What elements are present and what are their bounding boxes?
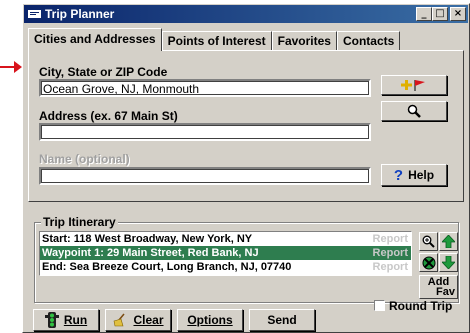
tab-points-of-interest[interactable]: Points of Interest <box>161 31 272 51</box>
add-fav-label-2: Fav <box>436 286 455 298</box>
report-link[interactable]: Report <box>373 246 411 260</box>
tab-favorites[interactable]: Favorites <box>271 31 337 51</box>
itinerary-row-waypoint[interactable]: Waypoint 1: 29 Main Street, Red Bank, NJ… <box>40 246 411 260</box>
city-input[interactable]: Ocean Grove, NJ, Monmouth <box>39 79 371 97</box>
app-icon <box>28 9 41 18</box>
name-label: Name (optional) <box>39 152 130 166</box>
send-button[interactable]: Send <box>249 309 315 331</box>
question-icon: ? <box>393 166 404 184</box>
add-flag-icon <box>401 80 425 91</box>
city-label: City, State or ZIP Code <box>39 65 168 79</box>
add-city-button[interactable] <box>381 75 447 95</box>
itinerary-row-start[interactable]: Start: 118 West Broadway, New York, NY R… <box>40 232 411 246</box>
send-label: Send <box>267 313 297 327</box>
itinerary-list[interactable]: Start: 118 West Broadway, New York, NY R… <box>39 231 412 276</box>
report-link[interactable]: Report <box>373 232 411 246</box>
tab-panel: City, State or ZIP Code Ocean Grove, NJ,… <box>28 50 464 202</box>
round-trip-label: Round Trip <box>389 299 453 313</box>
tab-strip: Cities and Addresses Points of Interest … <box>28 28 401 51</box>
report-link[interactable]: Report <box>373 260 411 274</box>
itinerary-row-text: Start: 118 West Broadway, New York, NY <box>42 233 253 245</box>
arrow-up-icon <box>442 235 455 248</box>
itinerary-row-end[interactable]: End: Sea Breeze Court, Long Branch, NJ, … <box>40 260 411 274</box>
address-label: Address (ex. 67 Main St) <box>39 109 178 123</box>
close-button[interactable]: × <box>450 7 466 21</box>
tab-contacts[interactable]: Contacts <box>336 31 401 51</box>
move-up-button[interactable] <box>439 232 458 251</box>
run-button[interactable]: Run <box>33 309 99 331</box>
run-label: Run <box>63 313 88 327</box>
add-favorite-button[interactable]: Add Fav <box>419 275 458 299</box>
pointer-arrow-icon <box>0 61 22 73</box>
zoom-to-stop-button[interactable] <box>419 232 438 251</box>
trip-planner-window: Trip Planner _ □ × Cities and Addresses … <box>22 3 470 333</box>
title-bar[interactable]: Trip Planner _ □ × <box>24 5 468 23</box>
traffic-light-icon <box>44 312 59 328</box>
clear-broom-icon <box>114 313 126 327</box>
itinerary-row-text: End: Sea Breeze Court, Long Branch, NJ, … <box>42 261 292 273</box>
options-button[interactable]: Options <box>177 309 243 331</box>
itinerary-title: Trip Itinerary <box>41 215 118 229</box>
clear-button[interactable]: Clear <box>105 309 171 331</box>
itinerary-row-text: Waypoint 1: 29 Main Street, Red Bank, NJ <box>42 247 259 259</box>
delete-x-icon <box>422 256 435 269</box>
zoom-in-icon <box>422 235 435 248</box>
minimize-button[interactable]: _ <box>416 7 432 21</box>
trip-itinerary-group: Trip Itinerary Start: 118 West Broadway,… <box>34 215 459 303</box>
clear-label: Clear <box>133 313 164 327</box>
help-label: Help <box>408 168 435 182</box>
delete-stop-button[interactable] <box>419 253 438 272</box>
help-button[interactable]: ? Help <box>381 164 447 186</box>
maximize-button[interactable]: □ <box>432 7 448 21</box>
options-label: Options <box>187 313 233 327</box>
address-input[interactable] <box>39 123 371 141</box>
magnifier-icon <box>407 104 421 118</box>
tab-cities-and-addresses[interactable]: Cities and Addresses <box>28 28 162 51</box>
arrow-down-icon <box>442 256 455 269</box>
move-down-button[interactable] <box>439 253 458 272</box>
name-input[interactable] <box>39 167 371 185</box>
find-address-button[interactable] <box>381 101 447 121</box>
round-trip-checkbox[interactable] <box>374 300 385 311</box>
window-title: Trip Planner <box>45 7 115 21</box>
